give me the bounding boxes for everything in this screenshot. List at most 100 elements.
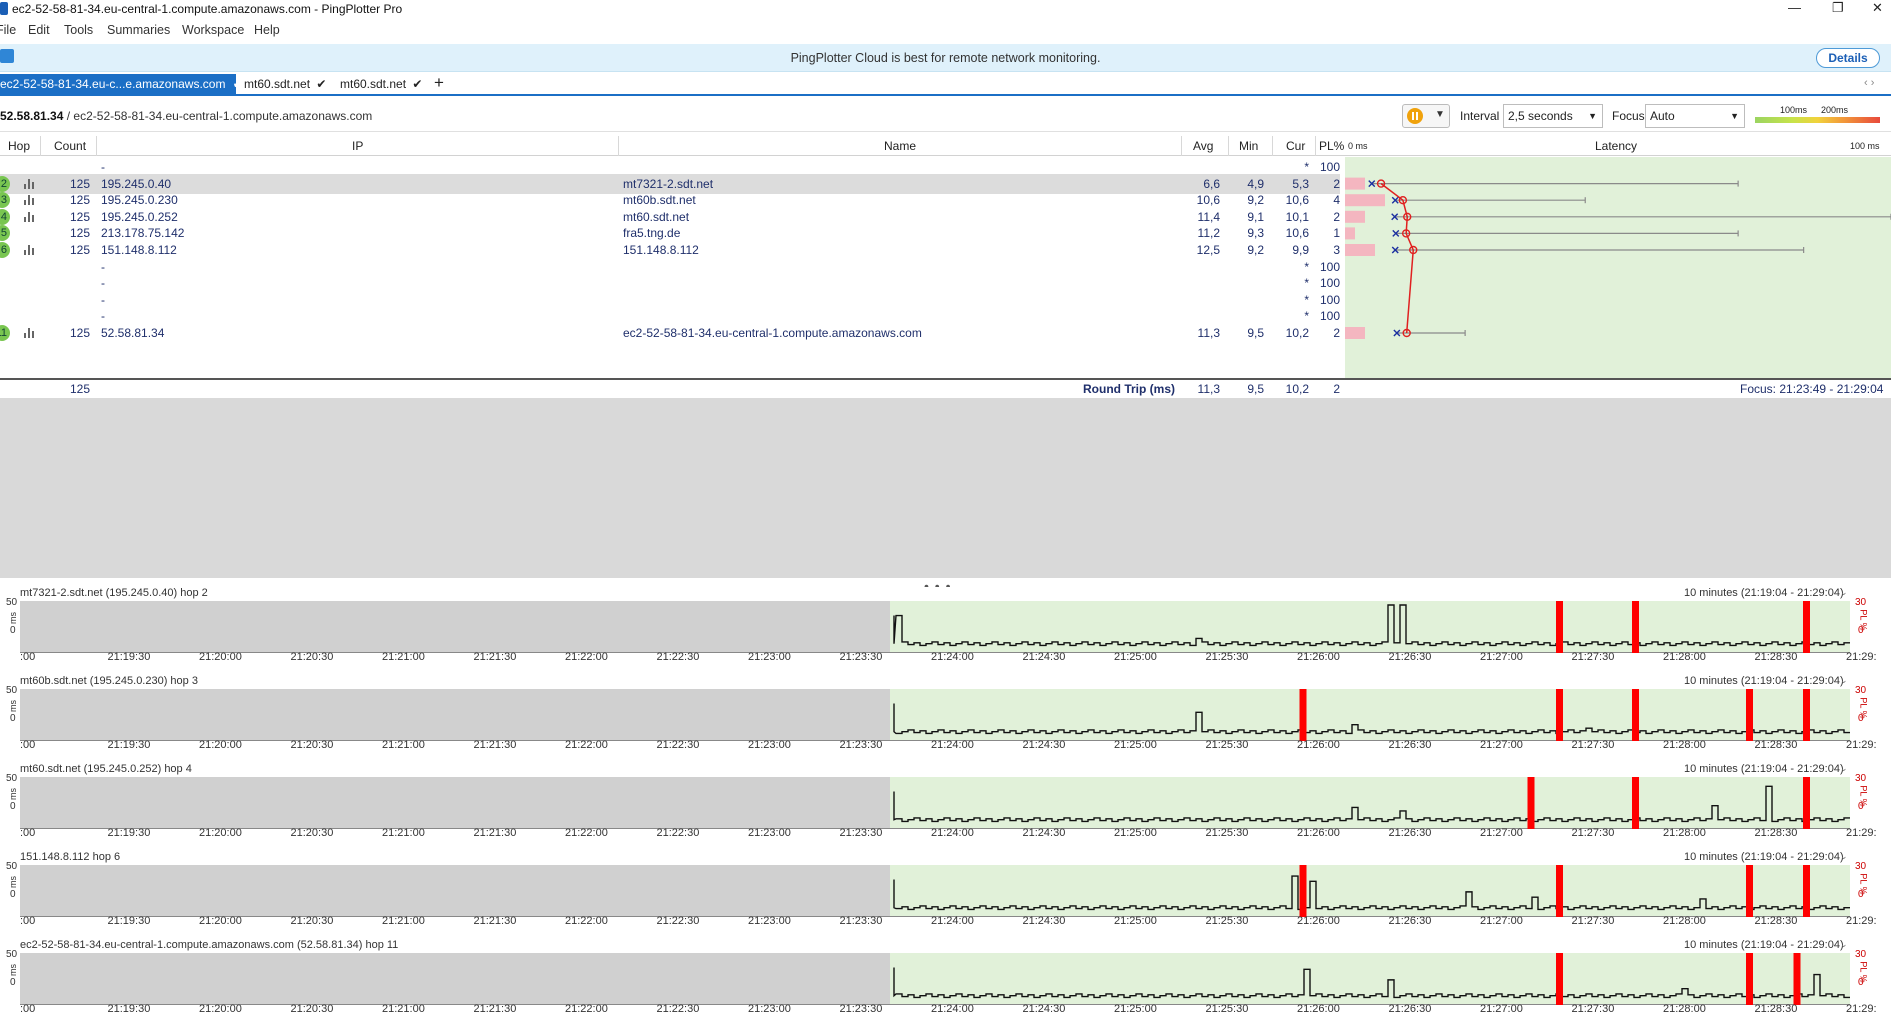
hop-cur: 10,1: [1285, 209, 1309, 224]
graph-icon[interactable]: [24, 211, 36, 222]
packet-loss-marker: [1803, 865, 1810, 917]
add-tab-button[interactable]: +: [434, 73, 444, 93]
pause-button[interactable]: ▼: [1402, 104, 1450, 128]
col-hop[interactable]: Hop: [8, 139, 30, 153]
tab-scroll-arrows[interactable]: ‹ ›: [1864, 77, 1874, 89]
x-tick-label: 21:25:00: [1114, 827, 1157, 839]
col-divider[interactable]: [1315, 136, 1316, 156]
tab-target-ec2[interactable]: ec2-52-58-81-34.eu-c...e.amazonaws.com ✔: [0, 74, 243, 96]
col-name[interactable]: Name: [884, 139, 916, 153]
latency-max-label: 100 ms: [1850, 141, 1880, 151]
x-tick-label: 21:27:30: [1571, 739, 1615, 751]
hop-pl: 2: [1333, 176, 1340, 191]
menu-file[interactable]: File: [0, 23, 16, 37]
x-tick-label: 21:23:30: [839, 651, 883, 663]
app-icon: [0, 2, 8, 15]
minimize-button[interactable]: —: [1788, 0, 1801, 15]
close-button[interactable]: ✕: [1872, 0, 1883, 16]
hop-cur: 10,6: [1285, 193, 1309, 208]
timeline-svg: [20, 601, 1850, 653]
graph-icon[interactable]: [24, 178, 36, 189]
menu-summaries[interactable]: Summaries: [107, 23, 170, 37]
no-data-region: [20, 689, 890, 741]
chevron-down-icon[interactable]: ⌄: [1840, 587, 1848, 598]
x-tick-label: 21:29:: [1846, 915, 1877, 927]
menu-bar: File Edit Tools Summaries Workspace Help: [0, 20, 1891, 42]
window-title: ec2-52-58-81-34.eu-central-1.compute.ama…: [12, 2, 403, 16]
menu-workspace[interactable]: Workspace: [182, 23, 244, 37]
col-divider[interactable]: [96, 136, 97, 156]
graph-icon[interactable]: [24, 245, 36, 255]
tab-label: mt60.sdt.net: [340, 77, 407, 91]
col-count[interactable]: Count: [54, 139, 86, 153]
rt-min: 9,5: [1247, 382, 1264, 396]
timeline-graph[interactable]: mt60b.sdt.net (195.245.0.230) hop 3 10 mi…: [0, 675, 1891, 763]
chevron-down-icon[interactable]: ⌄: [1840, 851, 1848, 862]
col-divider[interactable]: [1181, 136, 1182, 156]
hop-avg: 12,5: [1196, 243, 1220, 257]
x-tick-label: 21:19:30: [107, 1003, 151, 1015]
timeline-graph[interactable]: ec2-52-58-81-34.eu-central-1.compute.ama…: [0, 939, 1891, 1027]
x-tick-label: 21:21:00: [382, 651, 425, 663]
checkmark-icon: ✔: [412, 77, 423, 91]
x-tick-label: 21:27:00: [1480, 827, 1523, 839]
round-trip-row: 125 Round Trip (ms) 11,3 9,5 10,2 2 Focu…: [0, 378, 1891, 398]
chevron-down-icon[interactable]: ⌄: [1840, 763, 1848, 774]
graph-icon[interactable]: [24, 328, 36, 338]
hop-row[interactable]: 11 125 52.58.81.34 ec2-52-58-81-34.eu-centr…: [0, 323, 1340, 343]
x-tick-label: 21:22:00: [565, 739, 608, 751]
tab-target-mt60-1[interactable]: mt60.sdt.net ✔: [244, 74, 334, 96]
timeline-svg: [20, 953, 1850, 1005]
hop-ip: -: [101, 309, 105, 324]
x-tick-label: 21:23:00: [748, 739, 791, 751]
interval-select[interactable]: 2,5 seconds ▼: [1503, 104, 1603, 128]
col-divider[interactable]: [618, 136, 619, 156]
x-tick-label: 21:21:30: [473, 915, 517, 927]
packet-loss-marker: [1803, 777, 1810, 829]
col-cur[interactable]: Cur: [1286, 139, 1305, 153]
x-tick-label: 21:26:30: [1388, 1003, 1432, 1015]
col-divider[interactable]: [1228, 136, 1229, 156]
tab-target-mt60-2[interactable]: mt60.sdt.net ✔: [340, 74, 430, 96]
hop-cur: *: [1304, 309, 1309, 324]
chevron-down-icon[interactable]: ⌄: [1840, 939, 1848, 950]
timeline-graph[interactable]: 151.148.8.112 hop 6 10 minutes (21:19:04 …: [0, 851, 1891, 939]
col-min[interactable]: Min: [1239, 139, 1258, 153]
menu-help[interactable]: Help: [254, 23, 280, 37]
graph-icon[interactable]: [24, 195, 36, 206]
details-button[interactable]: Details: [1816, 48, 1880, 68]
col-latency[interactable]: Latency: [1595, 139, 1637, 153]
hop-pl: 100: [1319, 259, 1340, 274]
latency-scale-bar: [1755, 117, 1880, 123]
no-data-region: [20, 865, 890, 917]
timeline-graph[interactable]: mt60.sdt.net (195.245.0.252) hop 4 10 min…: [0, 763, 1891, 851]
x-tick-label: 21:20:00: [199, 651, 242, 663]
checkmark-icon: ✔: [232, 77, 243, 91]
y-axis-min: 0: [10, 801, 16, 812]
tab-label: mt60.sdt.net: [244, 77, 311, 91]
timeline-graph[interactable]: mt7321-2.sdt.net (195.245.0.40) hop 2 10 …: [0, 587, 1891, 675]
focus-select[interactable]: Auto ▼: [1645, 104, 1745, 128]
col-ip[interactable]: IP: [352, 139, 363, 153]
packet-loss-marker: [1793, 953, 1801, 1005]
x-tick-label: 21:19:30: [107, 651, 151, 663]
col-pl[interactable]: PL%: [1319, 139, 1344, 153]
x-tick-label: 21:28:00: [1663, 739, 1706, 751]
x-tick-label: 21:20:00: [199, 739, 242, 751]
col-avg[interactable]: Avg: [1193, 139, 1213, 153]
menu-edit[interactable]: Edit: [28, 23, 50, 37]
restore-button[interactable]: ❐: [1832, 0, 1844, 16]
menu-tools[interactable]: Tools: [64, 23, 93, 37]
col-divider[interactable]: [1272, 136, 1273, 156]
packet-loss-marker: [1632, 777, 1639, 829]
col-divider[interactable]: [40, 136, 41, 156]
chevron-down-icon[interactable]: ▼: [1435, 109, 1445, 120]
x-tick-label: 21:26:30: [1388, 651, 1432, 663]
chevron-down-icon[interactable]: ⌄: [1840, 675, 1848, 686]
x-tick-label: :00: [20, 827, 36, 839]
hop-count: 125: [69, 243, 90, 257]
hop-min: 9,2: [1247, 193, 1264, 208]
y-axis-unit: ms: [8, 700, 18, 712]
hop-name: ec2-52-58-81-34.eu-central-1.compute.ama…: [623, 326, 922, 340]
x-tick-label: 21:28:30: [1754, 651, 1798, 663]
